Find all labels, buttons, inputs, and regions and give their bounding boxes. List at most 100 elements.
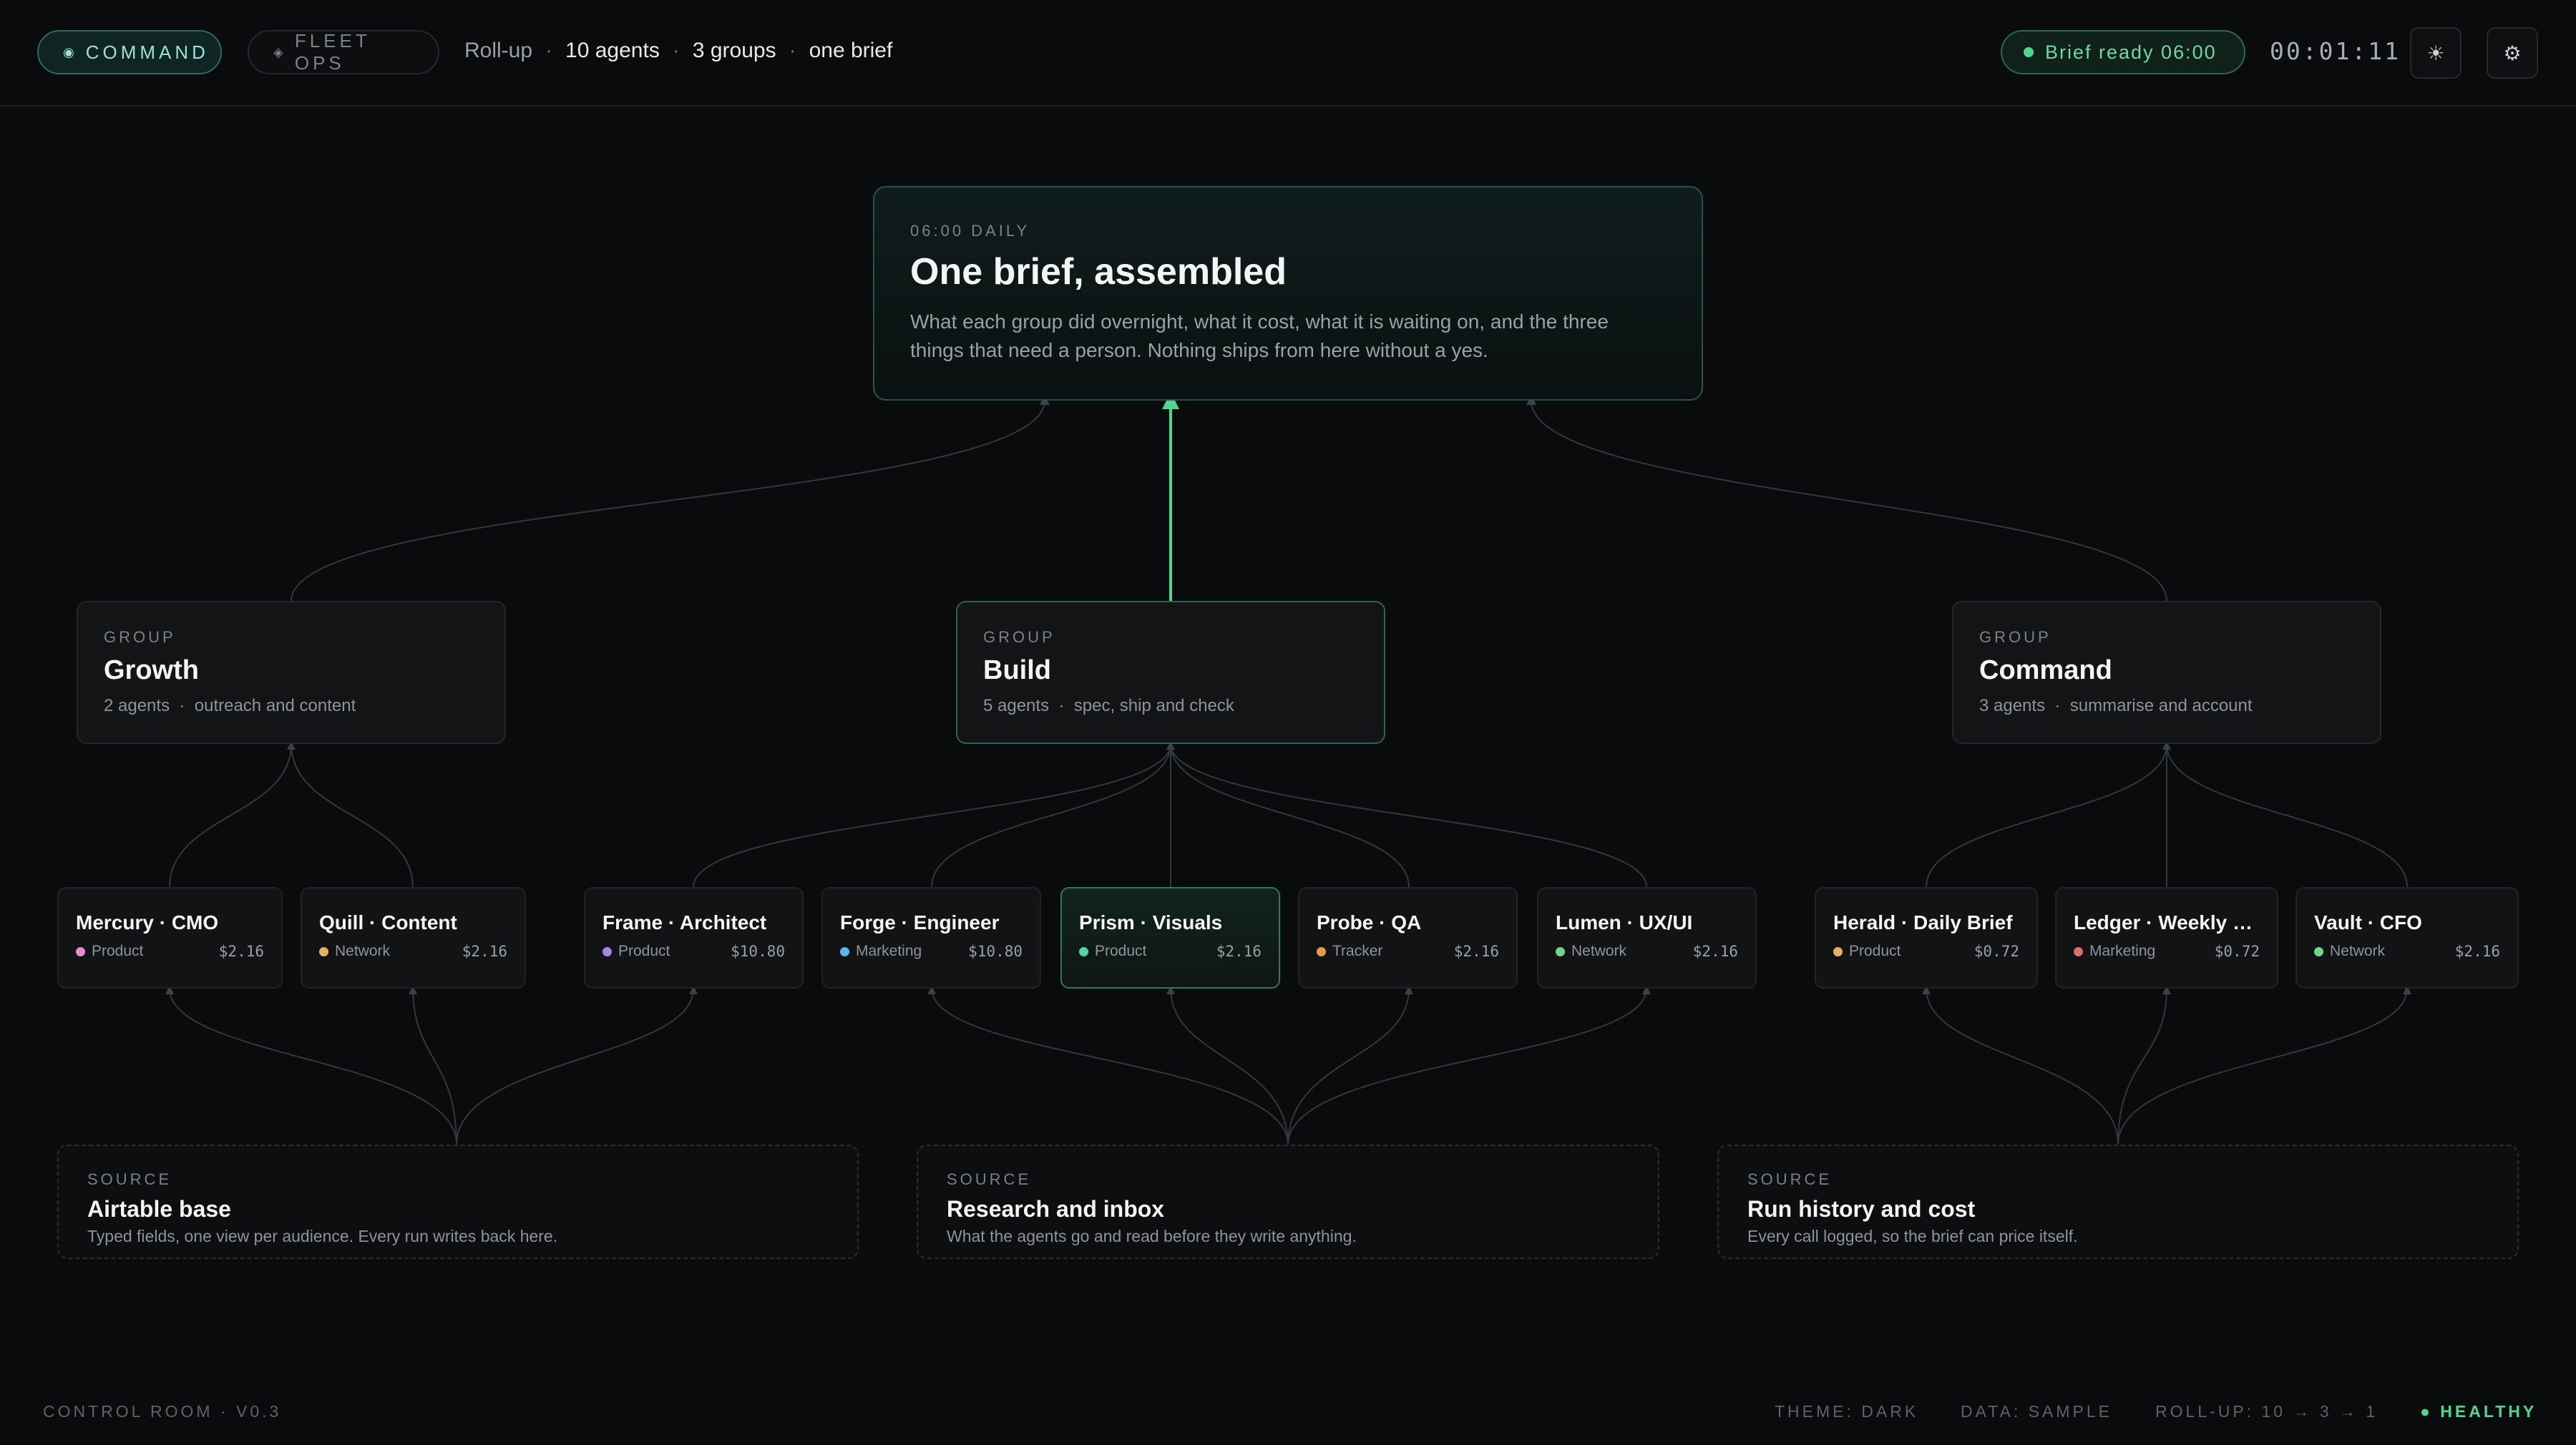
tag-dot-icon (602, 946, 612, 956)
agent-name: Probe · QA (1317, 911, 1422, 934)
agent-card[interactable]: Herald · Daily Brief Product $0.72 (1815, 887, 2038, 989)
tag-dot-icon (840, 946, 849, 956)
wire-source-to-agent (1287, 988, 1410, 1145)
agent-cost: $2.16 (1216, 943, 1262, 960)
agent-card[interactable]: Ledger · Weekly … Marketing $0.72 (2055, 887, 2278, 989)
wire-source-to-agent (2117, 988, 2167, 1145)
wire-source-to-agent (456, 988, 694, 1145)
agent-cost: $10.80 (731, 943, 785, 960)
brief-description: What each group did overnight, what it c… (910, 310, 1609, 361)
source-eyebrow: SOURCE (947, 1170, 1032, 1188)
agent-name: Mercury · CMO (76, 911, 219, 934)
wire-growth-to-brief (291, 400, 1045, 602)
wire-agent-to-group (291, 743, 414, 888)
source-eyebrow: SOURCE (1747, 1170, 1833, 1188)
agent-cost: $0.72 (2214, 943, 2260, 960)
separator: · (1053, 696, 1074, 715)
agent-cost: $2.16 (462, 943, 507, 960)
source-name: Research and inbox (947, 1196, 1165, 1222)
wire-command-to-brief (1531, 400, 2167, 602)
agent-cost: $2.16 (1453, 943, 1499, 960)
agent-cost: $0.72 (1974, 943, 2019, 960)
group-name: Command (1979, 655, 2112, 685)
brief-title: One brief, assembled (910, 251, 1287, 293)
source-eyebrow: SOURCE (87, 1170, 172, 1188)
agent-tag: Product (92, 943, 144, 959)
agent-cost: $2.16 (1692, 943, 1738, 960)
group-agent-count: 5 agents (983, 696, 1050, 715)
group-meta: 5 agents · spec, ship and check (983, 696, 1358, 716)
agent-card[interactable]: Probe · QA Tracker $2.16 (1298, 887, 1518, 989)
wire-agent-to-group (931, 743, 1171, 888)
agent-tag: Network (335, 943, 391, 959)
group-description: summarise and account (2069, 696, 2253, 715)
source-name: Run history and cost (1747, 1196, 1976, 1222)
agent-card[interactable]: Frame · Architect Product $10.80 (584, 887, 804, 989)
group-name: Growth (104, 655, 199, 685)
agent-card[interactable]: Mercury · CMO Product $2.16 (57, 887, 283, 989)
source-description: Every call logged, so the brief can pric… (1747, 1227, 2078, 1245)
agent-card-selected[interactable]: Prism · Visuals Product $2.16 (1060, 887, 1280, 989)
agent-name: Quill · Content (319, 911, 457, 934)
agent-card[interactable]: Lumen · UX/UI Network $2.16 (1537, 887, 1757, 989)
agent-tag: Marketing (856, 943, 922, 959)
agent-tag: Product (618, 943, 670, 959)
agent-tag: Product (1095, 943, 1147, 959)
wire-source-to-agent (931, 988, 1289, 1145)
wire-agent-to-group (169, 743, 292, 888)
wire-source-to-agent (1926, 988, 2119, 1145)
group-description: outreach and content (194, 696, 356, 715)
agent-name: Forge · Engineer (840, 911, 1000, 934)
tag-dot-icon (319, 946, 328, 956)
wire-agent-to-group (693, 743, 1171, 888)
wire-agent-to-group (1926, 743, 2167, 888)
source-card-research[interactable]: SOURCE Research and inbox What the agent… (917, 1145, 1659, 1259)
wire-source-to-agent (1170, 988, 1289, 1145)
group-card-command[interactable]: GROUP Command 3 agents · summarise and a… (1952, 601, 2381, 744)
group-eyebrow: GROUP (1979, 628, 2051, 646)
agent-cost: $2.16 (2454, 943, 2500, 960)
agent-tag: Tracker (1332, 943, 1383, 959)
tag-dot-icon (1079, 946, 1088, 956)
tag-dot-icon (1556, 946, 1565, 956)
source-card-airtable[interactable]: SOURCE Airtable base Typed fields, one v… (57, 1145, 859, 1259)
separator: · (2049, 696, 2070, 715)
wire-agent-to-group (1170, 743, 1410, 888)
footer-rollup: ROLL-UP: 10 → 3 → 1 (2155, 1402, 2379, 1421)
wire-agent-to-group (1170, 743, 1647, 888)
wire-source-to-agent (169, 988, 457, 1145)
footer-health-status: ● HEALTHY (2420, 1402, 2537, 1421)
group-name: Build (983, 655, 1051, 685)
group-card-build[interactable]: GROUP Build 5 agents · spec, ship and ch… (956, 601, 1385, 744)
agent-tag: Product (1849, 943, 1901, 959)
tag-dot-icon (1317, 946, 1326, 956)
agent-name: Frame · Architect (602, 911, 767, 934)
footer-version: CONTROL ROOM · V0.3 (43, 1402, 282, 1421)
tag-dot-icon (2074, 946, 2083, 956)
brief-card[interactable]: 06:00 DAILY One brief, assembled What ea… (873, 186, 1703, 401)
brief-eyebrow: 06:00 DAILY (910, 222, 1030, 240)
agent-name: Prism · Visuals (1079, 911, 1223, 934)
agent-cost: $10.80 (968, 943, 1023, 960)
wire-source-to-agent (2117, 988, 2408, 1145)
agent-tag: Network (2330, 943, 2386, 959)
separator: · (174, 696, 195, 715)
agent-name: Herald · Daily Brief (1833, 911, 2013, 934)
group-card-growth[interactable]: GROUP Growth 2 agents · outreach and con… (77, 601, 506, 744)
group-meta: 2 agents · outreach and content (104, 696, 479, 716)
source-card-run-history[interactable]: SOURCE Run history and cost Every call l… (1717, 1145, 2519, 1259)
agent-card[interactable]: Vault · CFO Network $2.16 (2296, 887, 2519, 989)
agent-cost: $2.16 (218, 943, 264, 960)
group-agent-count: 2 agents (104, 696, 170, 715)
agent-card[interactable]: Forge · Engineer Marketing $10.80 (821, 887, 1041, 989)
agent-name: Ledger · Weekly … (2074, 911, 2253, 934)
agent-name: Vault · CFO (2314, 911, 2422, 934)
agent-name: Lumen · UX/UI (1556, 911, 1693, 934)
group-description: spec, ship and check (1073, 696, 1234, 715)
footer-theme: THEME: DARK (1775, 1402, 1919, 1421)
agent-card[interactable]: Quill · Content Network $2.16 (301, 887, 526, 989)
wire-source-to-agent (412, 988, 457, 1145)
agent-tag: Marketing (2089, 943, 2156, 959)
footer-data: DATA: SAMPLE (1961, 1402, 2113, 1421)
tag-dot-icon (76, 946, 85, 956)
